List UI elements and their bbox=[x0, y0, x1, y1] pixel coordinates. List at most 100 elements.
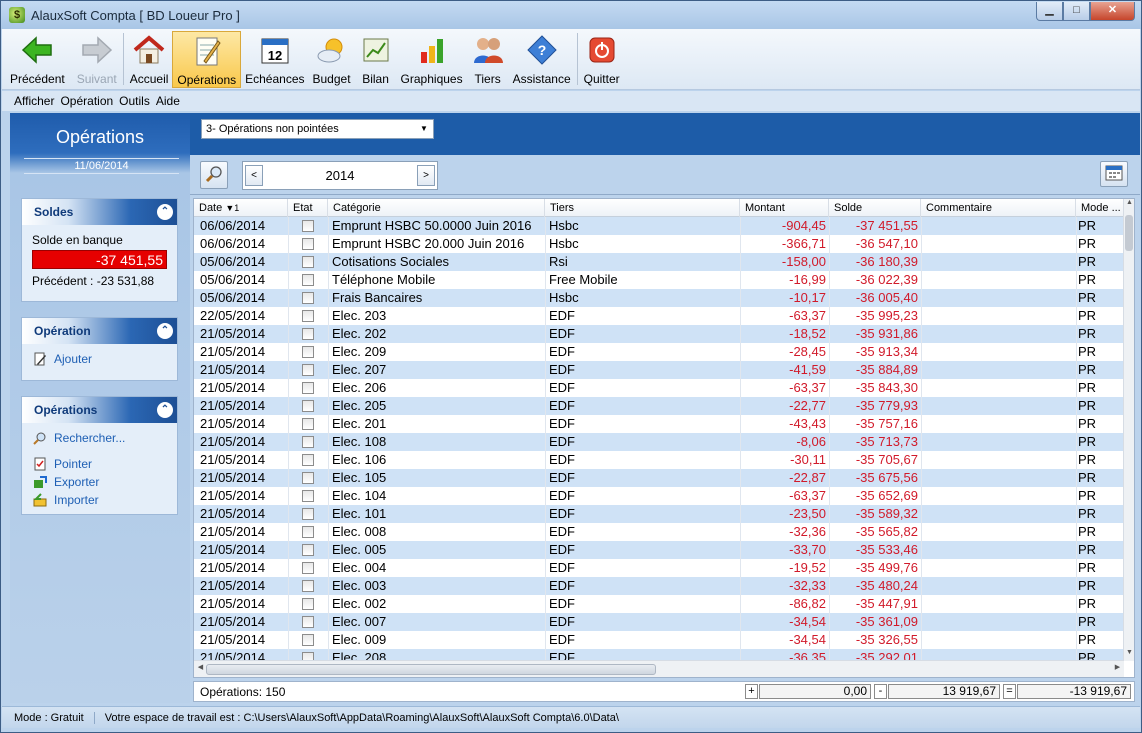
table-row[interactable]: 21/05/2014 Elec. 009 EDF -34,54 -35 326,55 PR bbox=[194, 631, 1124, 649]
search-button[interactable] bbox=[200, 161, 228, 189]
state-checkbox[interactable] bbox=[302, 526, 314, 538]
state-checkbox[interactable] bbox=[302, 598, 314, 610]
column-date[interactable]: Date ▼1 bbox=[194, 199, 288, 217]
export-link[interactable]: Exporter bbox=[32, 473, 167, 491]
operations-button[interactable]: Opérations bbox=[172, 31, 242, 88]
state-checkbox[interactable] bbox=[302, 580, 314, 592]
column-mode[interactable]: Mode ... bbox=[1076, 199, 1124, 217]
state-checkbox[interactable] bbox=[302, 490, 314, 502]
table-row[interactable]: 22/05/2014 Elec. 203 EDF -63,37 -35 995,23 PR bbox=[194, 307, 1124, 325]
debits-total: 13 919,67 bbox=[888, 684, 1000, 699]
scroll-left-icon[interactable]: ◀ bbox=[195, 663, 206, 671]
state-checkbox[interactable] bbox=[302, 382, 314, 394]
schedules-button[interactable]: 12 Echéances bbox=[241, 31, 308, 88]
vertical-scrollbar[interactable]: ▲ ▼ bbox=[1123, 199, 1134, 661]
table-row[interactable]: 21/05/2014 Elec. 004 EDF -19,52 -35 499,76 PR bbox=[194, 559, 1124, 577]
import-link[interactable]: Importer bbox=[32, 491, 167, 509]
table-row[interactable]: 05/06/2014 Téléphone Mobile Free Mobile -16… bbox=[194, 271, 1124, 289]
menu-operation[interactable]: Opération bbox=[60, 94, 119, 108]
table-row[interactable]: 21/05/2014 Elec. 205 EDF -22,77 -35 779,93 PR bbox=[194, 397, 1124, 415]
menu-outils[interactable]: Outils bbox=[119, 94, 156, 108]
table-row[interactable]: 21/05/2014 Elec. 104 EDF -63,37 -35 652,69 PR bbox=[194, 487, 1124, 505]
state-checkbox[interactable] bbox=[302, 616, 314, 628]
state-checkbox[interactable] bbox=[302, 274, 314, 286]
state-checkbox[interactable] bbox=[302, 292, 314, 304]
menu-aide[interactable]: Aide bbox=[156, 94, 186, 108]
year-prev-button[interactable]: < bbox=[245, 165, 263, 186]
state-checkbox[interactable] bbox=[302, 562, 314, 574]
home-button[interactable]: Accueil bbox=[126, 31, 173, 88]
table-row[interactable]: 21/05/2014 Elec. 105 EDF -22,87 -35 675,56 PR bbox=[194, 469, 1124, 487]
state-checkbox[interactable] bbox=[302, 454, 314, 466]
balance-button[interactable]: Bilan bbox=[355, 31, 397, 88]
state-checkbox[interactable] bbox=[302, 418, 314, 430]
table-row[interactable]: 06/06/2014 Emprunt HSBC 50.0000 Juin 2016… bbox=[194, 217, 1124, 235]
state-checkbox[interactable] bbox=[302, 310, 314, 322]
column-category[interactable]: Catégorie bbox=[328, 199, 545, 217]
collapse-icon[interactable]: ⌃ bbox=[157, 204, 173, 220]
quit-button[interactable]: Quitter bbox=[580, 31, 624, 88]
table-row[interactable]: 21/05/2014 Elec. 209 EDF -28,45 -35 913,34 PR bbox=[194, 343, 1124, 361]
vertical-scroll-thumb[interactable] bbox=[1125, 215, 1133, 251]
table-row[interactable]: 21/05/2014 Elec. 201 EDF -43,43 -35 757,16 PR bbox=[194, 415, 1124, 433]
table-row[interactable]: 21/05/2014 Elec. 202 EDF -18,52 -35 931,86 PR bbox=[194, 325, 1124, 343]
table-row[interactable]: 21/05/2014 Elec. 002 EDF -86,82 -35 447,91 PR bbox=[194, 595, 1124, 613]
balances-panel-header[interactable]: Soldes ⌃ bbox=[22, 199, 177, 225]
cell-divider bbox=[328, 379, 329, 397]
state-checkbox[interactable] bbox=[302, 544, 314, 556]
table-row[interactable]: 21/05/2014 Elec. 007 EDF -34,54 -35 361,09 PR bbox=[194, 613, 1124, 631]
table-row[interactable]: 21/05/2014 Elec. 101 EDF -23,50 -35 589,32 PR bbox=[194, 505, 1124, 523]
state-checkbox[interactable] bbox=[302, 238, 314, 250]
next-button[interactable]: Suivant bbox=[73, 31, 121, 88]
table-row[interactable]: 05/06/2014 Frais Bancaires Hsbc -10,17 -36 0… bbox=[194, 289, 1124, 307]
table-row[interactable]: 06/06/2014 Emprunt HSBC 20.000 Juin 2016 H… bbox=[194, 235, 1124, 253]
menu-afficher[interactable]: Afficher bbox=[2, 94, 60, 108]
table-row[interactable]: 21/05/2014 Elec. 106 EDF -30,11 -35 705,67 PR bbox=[194, 451, 1124, 469]
state-checkbox[interactable] bbox=[302, 346, 314, 358]
state-checkbox[interactable] bbox=[302, 256, 314, 268]
state-checkbox[interactable] bbox=[302, 634, 314, 646]
table-row[interactable]: 21/05/2014 Elec. 003 EDF -32,33 -35 480,24 PR bbox=[194, 577, 1124, 595]
add-operation-link[interactable]: Ajouter bbox=[32, 350, 167, 368]
column-amount[interactable]: Montant bbox=[740, 199, 829, 217]
table-row[interactable]: 05/06/2014 Cotisations Sociales Rsi -158,00… bbox=[194, 253, 1124, 271]
table-row[interactable]: 21/05/2014 Elec. 108 EDF -8,06 -35 713,73 PR bbox=[194, 433, 1124, 451]
table-row[interactable]: 21/05/2014 Elec. 206 EDF -63,37 -35 843,30 PR bbox=[194, 379, 1124, 397]
state-checkbox[interactable] bbox=[302, 508, 314, 520]
budget-button[interactable]: Budget bbox=[309, 31, 355, 88]
collapse-icon[interactable]: ⌃ bbox=[157, 323, 173, 339]
table-row[interactable]: 21/05/2014 Elec. 005 EDF -33,70 -35 533,46 PR bbox=[194, 541, 1124, 559]
operations-panel-header[interactable]: Opérations ⌃ bbox=[22, 397, 177, 423]
horizontal-scrollbar[interactable]: ◀ ▶ bbox=[194, 660, 1124, 677]
column-comment[interactable]: Commentaire bbox=[921, 199, 1076, 217]
search-link[interactable]: Rechercher... bbox=[32, 429, 167, 447]
thirdparties-button[interactable]: Tiers bbox=[467, 31, 509, 88]
table-row[interactable]: 21/05/2014 Elec. 207 EDF -41,59 -35 884,89 PR bbox=[194, 361, 1124, 379]
check-link[interactable]: Pointer bbox=[32, 455, 167, 473]
filter-dropdown[interactable]: 3- Opérations non pointées ▼ bbox=[201, 119, 434, 139]
year-next-button[interactable]: > bbox=[417, 165, 435, 186]
scroll-down-icon[interactable]: ▼ bbox=[1124, 649, 1134, 661]
table-row[interactable]: 21/05/2014 Elec. 008 EDF -32,36 -35 565,82 PR bbox=[194, 523, 1124, 541]
horizontal-scroll-thumb[interactable] bbox=[206, 664, 656, 675]
state-checkbox[interactable] bbox=[302, 220, 314, 232]
assistance-button[interactable]: ? Assistance bbox=[509, 31, 575, 88]
maximize-button[interactable]: □ bbox=[1063, 2, 1090, 21]
charts-button[interactable]: Graphiques bbox=[397, 31, 467, 88]
column-thirdparty[interactable]: Tiers bbox=[545, 199, 740, 217]
column-balance[interactable]: Solde bbox=[829, 199, 921, 217]
collapse-icon[interactable]: ⌃ bbox=[157, 402, 173, 418]
calendar-button[interactable] bbox=[1100, 161, 1128, 187]
scroll-up-icon[interactable]: ▲ bbox=[1124, 199, 1134, 211]
state-checkbox[interactable] bbox=[302, 472, 314, 484]
column-state[interactable]: Etat bbox=[288, 199, 328, 217]
state-checkbox[interactable] bbox=[302, 436, 314, 448]
operation-panel-header[interactable]: Opération ⌃ bbox=[22, 318, 177, 344]
state-checkbox[interactable] bbox=[302, 364, 314, 376]
minimize-button[interactable]: ▁ bbox=[1036, 2, 1063, 21]
close-button[interactable]: ✕ bbox=[1090, 2, 1135, 21]
scroll-right-icon[interactable]: ▶ bbox=[1112, 663, 1123, 671]
previous-button[interactable]: Précédent bbox=[6, 31, 69, 88]
state-checkbox[interactable] bbox=[302, 400, 314, 412]
state-checkbox[interactable] bbox=[302, 328, 314, 340]
